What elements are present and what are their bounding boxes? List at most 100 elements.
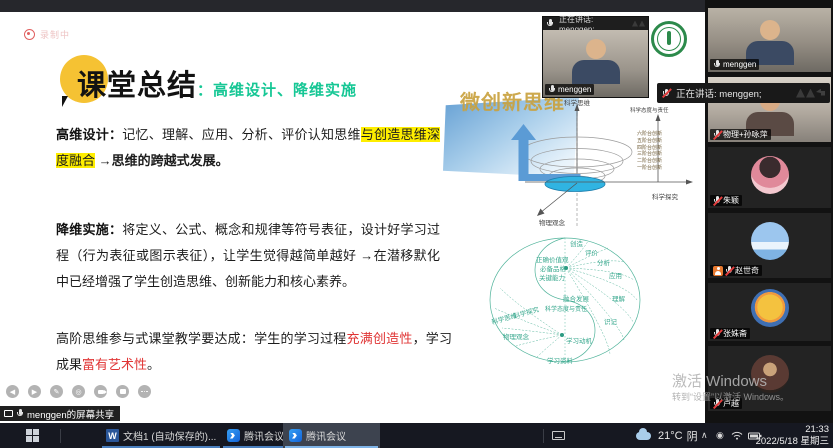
participant-name-tag: 张姝斋 <box>710 328 750 339</box>
activate-windows-watermark: 激活 Windows <box>672 370 767 391</box>
taskbar-clock[interactable]: 21:33 2022/5/18 星期三 <box>756 424 829 447</box>
circle-label: 融合发展 <box>563 293 589 303</box>
pen-icon[interactable]: ✎ <box>50 385 63 398</box>
clock-date: 2022/5/18 星期三 <box>756 436 829 448</box>
slide-title-sub-wrap: ：高维设计、降维实施 <box>197 79 357 100</box>
taskbar-item-meeting-2[interactable]: 腾讯会议 <box>283 423 380 448</box>
cone-axis-right-label: 科学态度与责任 <box>630 106 669 114</box>
cone-axis-vertical-label: 科学思维 <box>564 97 590 107</box>
p1-body: 记忆、理解、应用、分析、评价认知思维 <box>122 127 360 142</box>
participant-name: 物理+孙咏萍 <box>723 129 768 140</box>
speaking-banner[interactable]: 正在讲话: menggen; <box>657 83 830 103</box>
cone-step: 二阶台创新 <box>637 158 662 165</box>
p3-red2: 富有艺术性 <box>82 357 147 372</box>
clock-time: 21:33 <box>756 424 829 436</box>
weather-temp: 21°C <box>658 430 683 442</box>
participant-avatar <box>751 156 789 194</box>
participant-tile-zhaoshiqi[interactable]: 赵世奇 <box>708 213 831 278</box>
cone-axis-diagonal-label: 物理观念 <box>539 217 565 227</box>
taskbar-separator <box>60 423 61 448</box>
activate-windows-subtext: 转到“设置”以激活 Windows。 <box>672 390 789 403</box>
speaker-silhouette <box>543 39 648 84</box>
screen-share-pill[interactable]: menggen的屏幕共享 <box>0 406 120 421</box>
participant-name-tag: 赵世奇 <box>710 265 762 276</box>
start-button[interactable] <box>26 423 39 448</box>
circle-label: 应用 <box>609 270 622 280</box>
participant-tile-zhuying[interactable]: 朱颖 <box>708 147 831 208</box>
participant-avatar <box>751 289 789 327</box>
mic-muted-icon <box>725 266 733 276</box>
slide-title: 课堂总结 ：高维设计、降维实施 <box>77 70 357 103</box>
wifi-icon[interactable] <box>731 423 743 448</box>
circle-label: 学习动机 <box>566 335 592 345</box>
p3-pre: 高阶思维参与式课堂教学要达成：学生的学习过程 <box>56 331 347 346</box>
participant-name: menggen <box>723 59 756 70</box>
cone-step-labels: 六阶台创新 五阶台创新 四阶台创新 三阶台创新 二阶台创新 一阶台创新 <box>637 131 662 172</box>
faded-logo-marks <box>796 89 825 98</box>
more-icon[interactable] <box>138 385 151 398</box>
taskbar-separator <box>543 423 544 448</box>
cone-step: 一阶台创新 <box>637 165 662 172</box>
cone-step: 六阶台创新 <box>637 131 662 138</box>
weather-widget[interactable]: 21°C 阴 <box>658 423 698 448</box>
annotation-toolbar: ◀ ▶ ✎ ◎ <box>6 385 151 398</box>
cone-step: 五阶台创新 <box>637 138 662 145</box>
next-slide-icon[interactable]: ▶ <box>28 385 41 398</box>
stage-video-header: 正在讲话: menggen; <box>543 17 648 30</box>
participant-name-tag: menggen <box>710 59 759 70</box>
paragraph-conclusion: 高阶思维参与式课堂教学要达成：学生的学习过程充满创造性，学习成果富有艺术性。 <box>56 326 452 378</box>
circle-label: 关键能力 <box>539 272 565 282</box>
mic-muted-icon <box>662 88 670 98</box>
recording-indicator: 录制中 <box>24 28 70 41</box>
stage-video-frame: menggen <box>543 30 648 97</box>
p1-tail: →思维的跨越式发展。 <box>95 153 229 168</box>
tencent-meeting-icon <box>227 429 240 442</box>
p3-end: 。 <box>147 357 160 372</box>
circle-label: 创造 <box>570 238 583 248</box>
camera-icon[interactable] <box>94 385 107 398</box>
p3-red1: 充满创造性 <box>347 331 413 346</box>
weather-condition: 阴 <box>687 428 698 444</box>
participant-name: 张姝斋 <box>723 328 747 339</box>
paragraph-low-dim: 降维实施：将定义、公式、概念和规律等符号表征，设计好学习过程（行为表征或图示表征… <box>56 217 440 295</box>
tray-status-icon[interactable]: ◉ <box>716 423 724 448</box>
slide-title-main: 课堂总结 <box>77 70 197 103</box>
participant-name: 朱颖 <box>723 195 739 206</box>
taskbar-item-meeting-1[interactable]: 腾讯会议 <box>221 423 290 448</box>
faded-logo-marks <box>632 21 645 27</box>
participants-sidebar: menggen 物理+孙咏萍 朱颖 赵世奇 <box>705 0 833 423</box>
participant-avatar <box>751 222 789 260</box>
p2-lead: 降维实施： <box>56 222 122 237</box>
stage-name-tag: menggen <box>545 84 594 95</box>
slide-title-colon: ： <box>197 82 213 99</box>
taskbar-item-label: 文档1 (自动保存的)... <box>123 428 216 443</box>
chat-icon[interactable] <box>116 385 129 398</box>
mic-muted-icon <box>713 329 721 339</box>
screen-share-label: menggen的屏幕共享 <box>27 407 114 421</box>
speaking-banner-text: 正在讲话: menggen; <box>676 86 762 100</box>
prev-slide-icon[interactable]: ◀ <box>6 385 19 398</box>
mic-on-icon <box>548 85 556 95</box>
meeting-window-top-bar <box>0 0 705 12</box>
touch-keyboard-icon[interactable] <box>552 423 565 448</box>
taskbar-item-word[interactable]: W 文档1 (自动保存的)... <box>100 423 222 448</box>
participant-tile-menggen[interactable]: menggen <box>708 8 831 72</box>
mic-on-icon <box>713 60 721 70</box>
desktop: 录制中 课堂总结 ：高维设计、降维实施 高维设计：记忆、理解、应用、分析、评价认… <box>0 0 833 448</box>
stage-speaker-video[interactable]: 正在讲话: menggen; menggen <box>543 17 648 97</box>
taskbar-item-label: 腾讯会议 <box>244 428 284 443</box>
taskbar-item-label: 腾讯会议 <box>306 428 346 443</box>
windows-taskbar: W 文档1 (自动保存的)... 腾讯会议 腾讯会议 21°C 阴 ∧ ◉ 21… <box>0 423 833 448</box>
word-icon: W <box>106 429 119 442</box>
circle-label: 评价 <box>585 247 598 257</box>
tray-chevron-icon[interactable]: ∧ <box>701 423 708 448</box>
circle-label: 分析 <box>597 257 610 267</box>
mic-muted-icon <box>713 130 721 140</box>
circle-label: 理解 <box>612 293 625 303</box>
participant-name-tag: 朱颖 <box>710 195 742 206</box>
laser-pointer-icon[interactable]: ◎ <box>72 385 85 398</box>
weather-icon[interactable] <box>636 423 651 448</box>
person-badge-icon <box>713 266 723 276</box>
participant-tile-zhangshuzhai[interactable]: 张姝斋 <box>708 283 831 341</box>
cone-axis-horizontal-label: 科学探究 <box>652 191 678 201</box>
